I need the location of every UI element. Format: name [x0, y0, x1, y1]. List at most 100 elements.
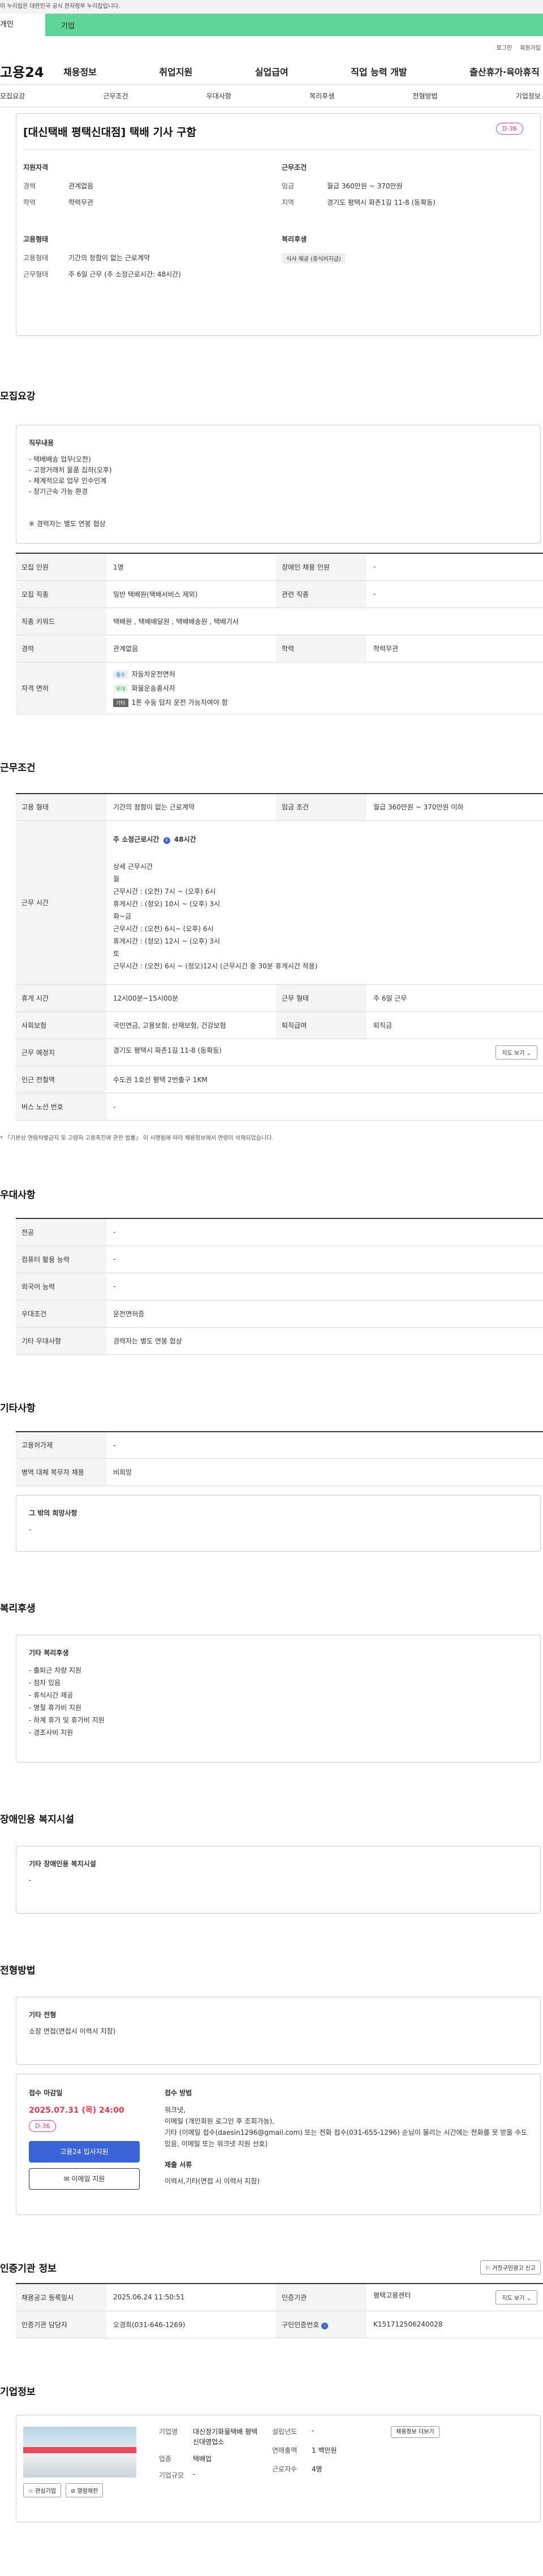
cert-table: 채용공고 등록일시 2025.06.24 11:50:51 인증기관 평택고용센… [16, 2283, 543, 2338]
section-nav-item[interactable]: 우대사항 [206, 91, 231, 101]
hours-summary: 주 소정근로시간 i 48시간 [113, 833, 543, 846]
apply-box: 접수 마감일 2025.07.31 (목) 24:00 D-36 고용24 입사… [16, 2074, 541, 2215]
apply-button[interactable]: 고용24 입사지원 [29, 2141, 140, 2163]
favorite-company-button[interactable]: ☆ 관심기업 [23, 2483, 61, 2497]
license-list: 필수 자동차운전면허 우대 화물운송종사자 기타 1톤 수동 탑차 운전 가능자여야 … [106, 662, 543, 714]
table-key: 임금 조건 [276, 793, 367, 821]
table-value: 비희망 [106, 1458, 543, 1486]
table-row: 외국어 능력 - [16, 1273, 543, 1300]
license-tag: 우대 [113, 684, 128, 693]
table-key: 인증기관 [276, 2284, 367, 2311]
method-text: 워크넷, 이메일 (개인회원 로그인 후 조회가능), 기타 (이메일 접수(d… [165, 2106, 528, 2148]
summary-key: 근무형태 [23, 270, 49, 278]
table-key: 인근 전철역 [16, 1066, 106, 1093]
section-nav-item[interactable]: 기업정보 [516, 91, 541, 101]
summary-card: [대신택배 평택신대점] 택배 기사 구함 D-36 지원자격 경력 관계없음 학… [16, 113, 541, 336]
section-heading-pref: 우대사항 [0, 1190, 36, 1201]
block-company-button[interactable]: ⊘ 열람제한 [65, 2483, 104, 2497]
table-key: 인증기관 담당자 [16, 2311, 106, 2338]
table-key: 구인인증번호 i [276, 2311, 367, 2338]
tab-company-label: 기업 [61, 21, 75, 31]
table-row: 컴퓨터 활용 능력 - [16, 1246, 543, 1273]
company-key: 설립년도 [272, 2427, 298, 2436]
table-row: 인근 전철역 수도권 1호선 평택 2번출구 1KM [16, 1066, 543, 1093]
license-item: 기타 1톤 수동 탑차 운전 가능자여야 함 [113, 697, 543, 707]
job-title: [대신택배 평택신대점] 택배 기사 구함 [23, 126, 197, 139]
more-jobs-button[interactable]: 채용정보 더보기 [391, 2426, 439, 2438]
hours-main-value: 48시간 [174, 835, 196, 843]
summary-key: 지역 [282, 199, 295, 206]
section-nav-item[interactable]: 복리후생 [309, 91, 334, 101]
company-photo [23, 2426, 136, 2478]
hours-cell: 주 소정근로시간 i 48시간 상세 근무시간 월 근무시간 : (오전) 7시… [106, 820, 543, 985]
table-value: 1명 [106, 553, 276, 581]
section-nav-item[interactable]: 전형방법 [412, 91, 437, 101]
login-link[interactable]: 로그인 [497, 43, 512, 51]
section-nav: 모집요강 근무조건 우대사항 복리후생 전형방법 기업정보 [0, 85, 543, 107]
welfare-text: - 출퇴근 차량 지원 - 점차 있음 - 휴식시간 제공 - 명절 휴가비 지… [29, 1666, 105, 1737]
cert-agency-cell: 평택고용센터 지도 보기 ⌄ [367, 2284, 543, 2311]
license-item: 우대 화물운송종사자 [113, 683, 543, 693]
nav-item[interactable]: 실업급여 [255, 64, 288, 78]
license-text: 자동차운전면허 [131, 670, 175, 678]
map-button[interactable]: 지도 보기 ⌄ [495, 2290, 537, 2304]
section-nav-item[interactable]: 근무조건 [103, 91, 128, 101]
table-value: 오경희(031-646-1269) [106, 2311, 276, 2338]
company-info-1: 기업명 대신정기화물택배 평택신대영업소 업종 택배업 기업규모 - [136, 2427, 272, 2522]
section-heading-recruit: 모집요강 [0, 391, 36, 402]
table-row: 전공 - [16, 1218, 543, 1246]
table-value: - [106, 1273, 543, 1300]
table-row: 모집 인원 1명 장애인 채용 인원 - [16, 553, 543, 581]
site-header: 고용24 채용정보 취업지원 실업급여 직업 능력 개발 출산휴가·육아휴직 [0, 58, 543, 85]
signup-link[interactable]: 회원가입 [520, 43, 541, 51]
info-icon[interactable]: i [321, 2322, 329, 2329]
table-row: 근무 시간 주 소정근로시간 i 48시간 상세 근무시간 월 근무시간 : (… [16, 820, 543, 985]
company-value: - [193, 2470, 196, 2478]
table-key: 채용공고 등록일시 [16, 2284, 106, 2311]
nav-item[interactable]: 취업지원 [159, 64, 192, 78]
company-left: ☆ 관심기업 ⊘ 열람제한 [16, 2426, 136, 2522]
table-row: 인증기관 담당자 오경희(031-646-1269) 구인인증번호 i K151… [16, 2311, 543, 2338]
nav-item[interactable]: 출산휴가·육아휴직 [469, 64, 540, 78]
summary-right: 근무조건 임금 월급 360만원 ~ 370만원 지역 경기도 평택시 화촌1길 1… [282, 162, 540, 286]
report-button[interactable]: ⚐ 거짓구인광고 신고 [480, 2260, 541, 2275]
info-icon[interactable]: i [163, 837, 170, 844]
company-row: 기업규모 - [159, 2470, 272, 2480]
docs-label: 제출 서류 [165, 2161, 192, 2169]
table-value: - [106, 1093, 543, 1121]
license-text: 화물운송종사자 [131, 684, 175, 692]
site-logo[interactable]: 고용24 [0, 61, 63, 81]
table-key: 버스 노선 번호 [16, 1093, 106, 1121]
email-apply-button[interactable]: ✉ 이메일 지원 [29, 2168, 140, 2190]
table-key: 모집 직종 [16, 580, 106, 608]
pref-table: 전공 - 컴퓨터 활용 능력 - 외국어 능력 - 우대조건 운전면허증 기타 우대사항… [16, 1218, 543, 1355]
summary-key: 학력 [23, 199, 36, 206]
tab-company[interactable]: 기업 [45, 20, 90, 31]
summary-row: 지역 경기도 평택시 화촌1길 11-8 (동확동) [282, 197, 540, 207]
company-key: 기업규모 [159, 2471, 184, 2479]
other-wish-title: 그 밖의 희망사항 [29, 1509, 77, 1517]
summary-value: 학력무관 [68, 199, 94, 206]
etc-table: 고용허가제 - 병역 대체 복무자 채용 비희망 [16, 1431, 543, 1486]
map-button[interactable]: 지도 보기 ⌄ [495, 1045, 537, 1059]
company-info-2: 설립년도 - 연매출액 1 백만원 근로자수 4명 [272, 2427, 391, 2522]
table-value: 월급 360만원 ~ 370만원 이하 [367, 793, 543, 821]
license-tag: 기타 [113, 698, 128, 707]
tab-personal[interactable]: 개인 [0, 14, 45, 36]
disabled-box: 기타 장애인용 복지시설 - [16, 1846, 541, 1914]
table-key: 장애인 채용 인원 [276, 553, 367, 581]
nav-item[interactable]: 채용정보 [63, 64, 97, 78]
job-desc-text: - 택배배송 업무(오전) - 고정거래처 물품 집하(오후) - 체계적으로 … [29, 455, 112, 528]
summary-row: 근무형태 주 6일 근무 (주 소정근로시간: 48시간) [23, 269, 282, 279]
selection-title: 기타 전형 [29, 2011, 57, 2019]
table-value: - [106, 1431, 543, 1459]
section-nav-item[interactable]: 모집요강 [0, 91, 25, 101]
table-value: 운전면허증 [106, 1300, 543, 1328]
apply-left: 접수 마감일 2025.07.31 (목) 24:00 D-36 고용24 입사… [16, 2088, 152, 2215]
table-key: 병역 대체 복무자 채용 [16, 1458, 106, 1486]
company-more: 채용정보 더보기 [391, 2426, 439, 2522]
emp-heading: 고용형태 [23, 235, 49, 243]
table-key: 근무 시간 [16, 820, 106, 985]
nav-item[interactable]: 직업 능력 개발 [351, 64, 407, 78]
selection-box: 기타 전형 소장 면접(면접시 이력서 지참) [16, 1997, 541, 2065]
